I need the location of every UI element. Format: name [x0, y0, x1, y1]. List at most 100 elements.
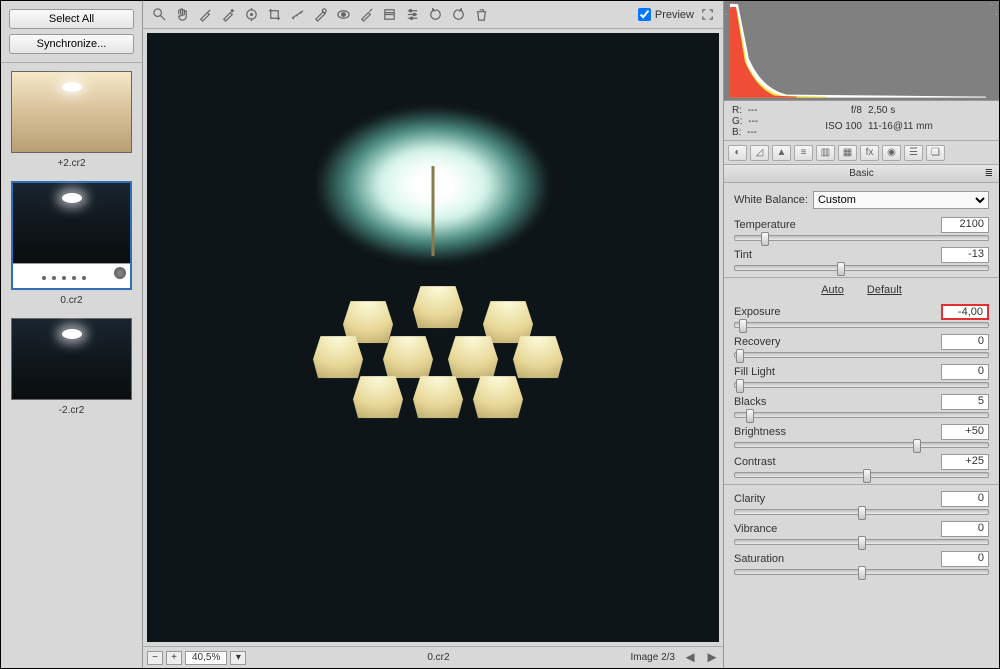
brightness-row: Brightness +50 — [734, 424, 989, 448]
auto-link[interactable]: Auto — [821, 284, 844, 296]
thumbnail-label: 0.cr2 — [11, 295, 132, 306]
thumbnail-frame[interactable] — [11, 318, 132, 400]
contrast-slider[interactable] — [734, 472, 989, 478]
b-value: --- — [747, 127, 757, 138]
tint-slider[interactable] — [734, 265, 989, 271]
g-label: G: — [732, 116, 743, 127]
fullscreen-icon[interactable] — [697, 5, 717, 25]
left-sidebar: Select All Synchronize... +2.cr2 0.cr2 — [1, 1, 143, 668]
panel-icon-row: ◐ ◿ ▲ ≡ ▥ ▦ fx ◉ ☰ ❏ — [724, 141, 999, 165]
presets-panel-icon[interactable]: ☰ — [904, 145, 923, 161]
prefs-icon[interactable] — [402, 5, 422, 25]
zoom-value[interactable]: 40,5% — [185, 651, 227, 665]
fill-light-value[interactable]: 0 — [941, 364, 989, 380]
vibrance-value[interactable]: 0 — [941, 521, 989, 537]
brightness-value[interactable]: +50 — [941, 424, 989, 440]
blacks-value[interactable]: 5 — [941, 394, 989, 410]
recovery-slider[interactable] — [734, 352, 989, 358]
split-tone-panel-icon[interactable]: ▥ — [816, 145, 835, 161]
thumbnail-label: +2.cr2 — [11, 158, 132, 169]
straighten-tool-icon[interactable] — [287, 5, 307, 25]
graduated-filter-icon[interactable] — [379, 5, 399, 25]
saturation-label: Saturation — [734, 553, 784, 565]
detail-panel-icon[interactable]: ▲ — [772, 145, 791, 161]
basic-panel-icon[interactable]: ◐ — [728, 145, 747, 161]
tone-curve-panel-icon[interactable]: ◿ — [750, 145, 769, 161]
spot-removal-icon[interactable] — [310, 5, 330, 25]
contrast-row: Contrast +25 — [734, 454, 989, 478]
fx-panel-icon[interactable]: fx — [860, 145, 879, 161]
snapshots-panel-icon[interactable]: ❏ — [926, 145, 945, 161]
tint-value[interactable]: -13 — [941, 247, 989, 263]
panel-title-text: Basic — [849, 168, 873, 179]
temperature-value[interactable]: 2100 — [941, 217, 989, 233]
vibrance-label: Vibrance — [734, 523, 777, 535]
adjustment-brush-icon[interactable] — [356, 5, 376, 25]
fill-light-slider[interactable] — [734, 382, 989, 388]
hand-tool-icon[interactable] — [172, 5, 192, 25]
blacks-slider[interactable] — [734, 412, 989, 418]
lens-panel-icon[interactable]: ▦ — [838, 145, 857, 161]
zoom-tool-icon[interactable] — [149, 5, 169, 25]
exposure-label: Exposure — [734, 306, 780, 318]
clarity-slider[interactable] — [734, 509, 989, 515]
temperature-slider[interactable] — [734, 235, 989, 241]
next-image-icon[interactable]: ► — [705, 648, 719, 668]
right-panel: R: --- G: --- B: --- f/8 2,50 s ISO 100 … — [724, 1, 999, 668]
clarity-label: Clarity — [734, 493, 765, 505]
vibrance-slider[interactable] — [734, 539, 989, 545]
zoom-in-button[interactable]: + — [166, 651, 182, 665]
rating-dots — [13, 263, 130, 288]
synchronize-button[interactable]: Synchronize... — [9, 34, 134, 54]
saturation-value[interactable]: 0 — [941, 551, 989, 567]
prev-image-icon[interactable]: ◄ — [683, 648, 697, 668]
default-link[interactable]: Default — [867, 284, 902, 296]
hsl-panel-icon[interactable]: ≡ — [794, 145, 813, 161]
exposure-value[interactable]: -4,00 — [941, 304, 989, 320]
main-image-preview[interactable] — [143, 29, 723, 646]
brightness-label: Brightness — [734, 426, 786, 438]
preview-checkbox-input[interactable] — [638, 8, 651, 21]
thumbnail-item[interactable]: 0.cr2 — [11, 181, 132, 306]
thumbnail-frame[interactable] — [11, 71, 132, 153]
fill-light-row: Fill Light 0 — [734, 364, 989, 388]
thumbnail-item[interactable]: +2.cr2 — [11, 71, 132, 169]
wb-select[interactable]: Custom — [813, 191, 989, 209]
trash-icon[interactable] — [471, 5, 491, 25]
saturation-slider[interactable] — [734, 569, 989, 575]
camera-panel-icon[interactable]: ◉ — [882, 145, 901, 161]
zoom-dropdown-button[interactable]: ▾ — [230, 651, 246, 665]
recovery-label: Recovery — [734, 336, 780, 348]
thumbnail-frame[interactable] — [11, 181, 132, 290]
filename-display: 0.cr2 — [254, 652, 622, 663]
contrast-label: Contrast — [734, 456, 776, 468]
color-sampler-icon[interactable] — [218, 5, 238, 25]
wb-eyedropper-icon[interactable] — [195, 5, 215, 25]
brightness-slider[interactable] — [734, 442, 989, 448]
color-label-badge[interactable] — [114, 267, 126, 279]
targeted-adjustment-icon[interactable] — [241, 5, 261, 25]
wb-label: White Balance: — [734, 194, 808, 206]
temperature-label: Temperature — [734, 219, 796, 231]
rotate-cw-icon[interactable] — [448, 5, 468, 25]
r-value: --- — [748, 105, 758, 116]
histogram[interactable] — [724, 1, 999, 101]
select-all-button[interactable]: Select All — [9, 9, 134, 29]
preview-checkbox[interactable]: Preview — [638, 8, 694, 21]
sidebar-buttons: Select All Synchronize... — [1, 1, 142, 63]
panel-menu-icon[interactable]: ≣ — [985, 168, 993, 179]
clarity-value[interactable]: 0 — [941, 491, 989, 507]
rotate-ccw-icon[interactable] — [425, 5, 445, 25]
thumbnail-item[interactable]: -2.cr2 — [11, 318, 132, 416]
toolbar: Preview — [143, 1, 723, 29]
red-eye-tool-icon[interactable] — [333, 5, 353, 25]
recovery-value[interactable]: 0 — [941, 334, 989, 350]
crop-tool-icon[interactable] — [264, 5, 284, 25]
exposure-slider[interactable] — [734, 322, 989, 328]
basic-panel: White Balance: Custom Temperature 2100 T… — [724, 183, 999, 668]
vibrance-row: Vibrance 0 — [734, 521, 989, 545]
clarity-row: Clarity 0 — [734, 491, 989, 515]
zoom-out-button[interactable]: − — [147, 651, 163, 665]
temperature-row: Temperature 2100 — [734, 217, 989, 241]
contrast-value[interactable]: +25 — [941, 454, 989, 470]
